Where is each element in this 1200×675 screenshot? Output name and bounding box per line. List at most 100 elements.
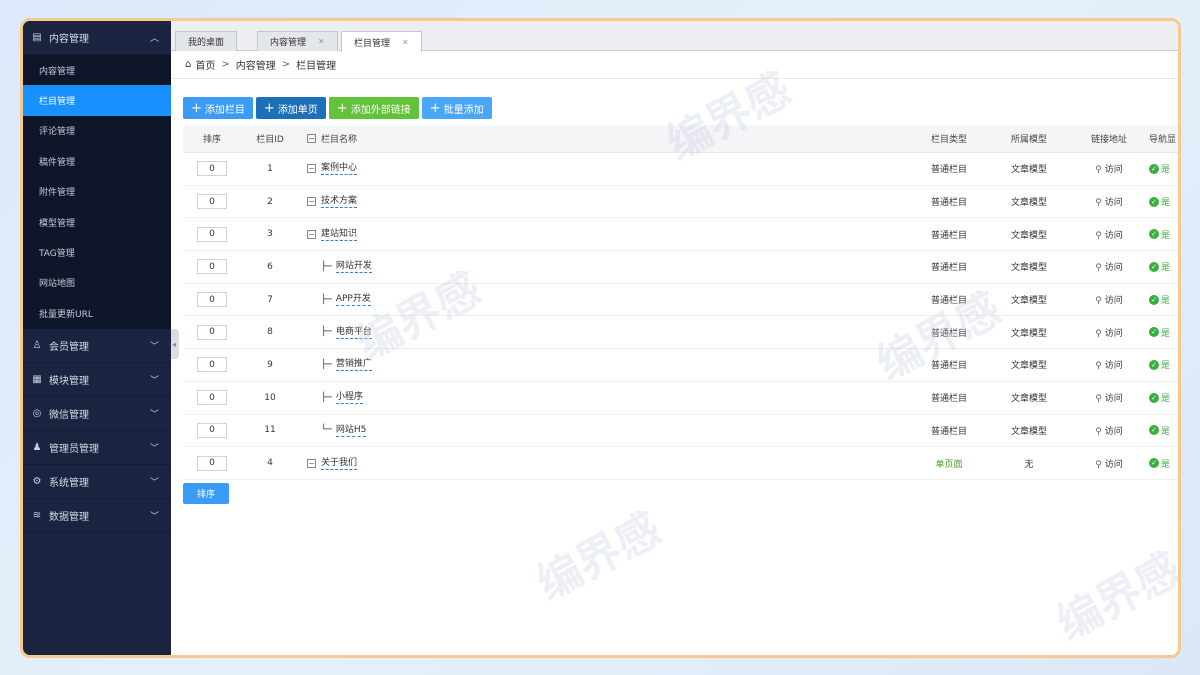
- visit-link[interactable]: 访问: [1105, 296, 1123, 306]
- visit-link[interactable]: 访问: [1105, 198, 1123, 208]
- sort-input[interactable]: 0: [197, 324, 227, 340]
- sort-input[interactable]: 0: [197, 455, 227, 471]
- link-cell[interactable]: ⚲ 访问: [1069, 391, 1149, 404]
- collapse-all-icon[interactable]: −: [307, 134, 316, 143]
- sort-input[interactable]: 0: [197, 422, 227, 438]
- column-name[interactable]: 案例中心: [321, 162, 358, 176]
- sidebar-item[interactable]: 附件管理: [23, 177, 171, 207]
- collapse-icon[interactable]: −: [307, 229, 316, 239]
- sidebar-item[interactable]: 模型管理: [23, 207, 171, 237]
- sidebar-collapse-handle[interactable]: ◂: [171, 329, 179, 359]
- nav-cell[interactable]: ✓ 是: [1149, 260, 1178, 273]
- chevron-down-icon: ﹀: [149, 477, 159, 488]
- link-cell[interactable]: ⚲ 访问: [1069, 195, 1149, 208]
- batch-add-button[interactable]: + 批量添加: [421, 97, 492, 119]
- sidebar-group-4[interactable]: ♟ 管理员管理 ﹀: [23, 430, 171, 465]
- sidebar-group-6[interactable]: ≋ 数据管理 ﹀: [23, 498, 171, 533]
- column-name[interactable]: 小程序: [335, 391, 363, 405]
- tree-branch: ├─: [321, 327, 332, 338]
- close-icon[interactable]: ✕: [402, 38, 409, 47]
- nav-cell[interactable]: ✓ 是: [1149, 162, 1178, 175]
- breadcrumb-separator: >: [221, 59, 230, 70]
- sort-input[interactable]: 0: [197, 161, 227, 177]
- nav-cell[interactable]: ✓ 是: [1149, 326, 1178, 339]
- sidebar-group-label: 内容管理: [49, 34, 89, 45]
- nav-status: 是: [1161, 296, 1171, 307]
- nav-cell[interactable]: ✓ 是: [1149, 195, 1178, 208]
- column-name[interactable]: 网站H5: [335, 424, 367, 437]
- sidebar-group-3[interactable]: ◎ 微信管理 ﹀: [23, 396, 171, 431]
- sidebar-item[interactable]: 网站地图: [23, 268, 171, 298]
- model-cell: 文章模型: [1010, 165, 1047, 176]
- add-column-button[interactable]: + 添加栏目: [183, 97, 253, 119]
- table-row: 0 9 ├─ 营销推广 普通栏目 文章模型 ⚲ 访问 ✓ 是: [183, 349, 1178, 382]
- sort-input[interactable]: 0: [197, 292, 227, 308]
- sort-cell: 0: [183, 292, 241, 308]
- sidebar-item[interactable]: 栏目管理: [23, 85, 171, 116]
- visit-link[interactable]: 访问: [1105, 394, 1123, 404]
- collapse-icon[interactable]: −: [307, 197, 316, 207]
- visit-link[interactable]: 访问: [1105, 263, 1123, 273]
- sort-input[interactable]: 0: [197, 194, 227, 210]
- breadcrumb-home[interactable]: 首页: [195, 57, 215, 72]
- nav-cell[interactable]: ✓ 是: [1149, 358, 1178, 371]
- sidebar-group-5[interactable]: ⚙ 系统管理 ﹀: [23, 464, 171, 499]
- link-cell[interactable]: ⚲ 访问: [1069, 228, 1149, 241]
- sidebar-item[interactable]: 评论管理: [23, 116, 171, 146]
- column-name[interactable]: 网站开发: [335, 260, 372, 274]
- sidebar-item[interactable]: 稿件管理: [23, 146, 171, 176]
- link-cell[interactable]: ⚲ 访问: [1069, 326, 1149, 339]
- tab-column-manage[interactable]: 栏目管理 ✕: [341, 31, 422, 52]
- sidebar-group-label: 会员管理: [49, 341, 89, 353]
- link-cell[interactable]: ⚲ 访问: [1069, 293, 1149, 306]
- sort-input[interactable]: 0: [197, 357, 227, 373]
- model-cell: 文章模型: [1010, 198, 1047, 209]
- id-cell: 8: [267, 327, 273, 338]
- sidebar-group-2[interactable]: ▦ 模块管理 ﹀: [23, 362, 171, 397]
- collapse-icon[interactable]: −: [307, 458, 316, 468]
- link-cell[interactable]: ⚲ 访问: [1069, 162, 1149, 175]
- sidebar-group-0[interactable]: ▤ 内容管理 ︿: [23, 21, 171, 55]
- visit-link[interactable]: 访问: [1105, 165, 1123, 175]
- column-name[interactable]: APP开发: [335, 293, 371, 307]
- close-icon[interactable]: ✕: [318, 37, 325, 46]
- tab-label: 栏目管理: [354, 38, 391, 49]
- column-name[interactable]: 技术方案: [321, 195, 358, 209]
- header-name: − 栏目名称: [299, 132, 909, 145]
- sidebar-group-label: 微信管理: [49, 409, 89, 421]
- nav-cell[interactable]: ✓ 是: [1149, 457, 1178, 470]
- column-name[interactable]: 电商平台: [335, 326, 372, 339]
- sidebar-item[interactable]: TAG管理: [23, 237, 171, 267]
- link-cell[interactable]: ⚲ 访问: [1069, 424, 1149, 437]
- type-cell: 普通栏目: [930, 230, 967, 241]
- link-cell[interactable]: ⚲ 访问: [1069, 260, 1149, 273]
- sort-submit-button[interactable]: 排序: [183, 483, 230, 504]
- column-name[interactable]: 营销推广: [335, 358, 372, 372]
- collapse-icon[interactable]: −: [307, 164, 316, 174]
- add-single-page-button[interactable]: + 添加单页: [255, 97, 326, 119]
- breadcrumb-level1[interactable]: 内容管理: [236, 57, 276, 72]
- sidebar-item[interactable]: 内容管理: [23, 55, 171, 85]
- link-cell[interactable]: ⚲ 访问: [1069, 358, 1149, 371]
- sort-input[interactable]: 0: [197, 226, 227, 242]
- tab-content-manage[interactable]: 内容管理 ✕: [257, 31, 338, 51]
- visit-link[interactable]: 访问: [1105, 231, 1123, 241]
- sort-input[interactable]: 0: [197, 259, 227, 275]
- tree-branch: ├─: [321, 392, 332, 403]
- column-name[interactable]: 建站知识: [321, 228, 358, 241]
- nav-cell[interactable]: ✓ 是: [1149, 391, 1178, 404]
- visit-link[interactable]: 访问: [1105, 361, 1123, 371]
- add-external-link-button[interactable]: + 添加外部链接: [328, 97, 419, 119]
- column-name[interactable]: 关于我们: [321, 457, 358, 470]
- nav-cell[interactable]: ✓ 是: [1149, 293, 1178, 306]
- sort-input[interactable]: 0: [197, 390, 227, 406]
- nav-cell[interactable]: ✓ 是: [1149, 424, 1178, 437]
- visit-link[interactable]: 访问: [1105, 427, 1123, 437]
- visit-link[interactable]: 访问: [1105, 329, 1123, 339]
- sidebar-item[interactable]: 批量更新URL: [23, 298, 171, 328]
- link-cell[interactable]: ⚲ 访问: [1069, 457, 1149, 470]
- sidebar-group-1[interactable]: ♙ 会员管理 ﹀: [23, 328, 171, 363]
- nav-cell[interactable]: ✓ 是: [1149, 228, 1178, 241]
- tab-desktop[interactable]: 我的桌面: [175, 31, 238, 51]
- visit-link[interactable]: 访问: [1105, 460, 1123, 470]
